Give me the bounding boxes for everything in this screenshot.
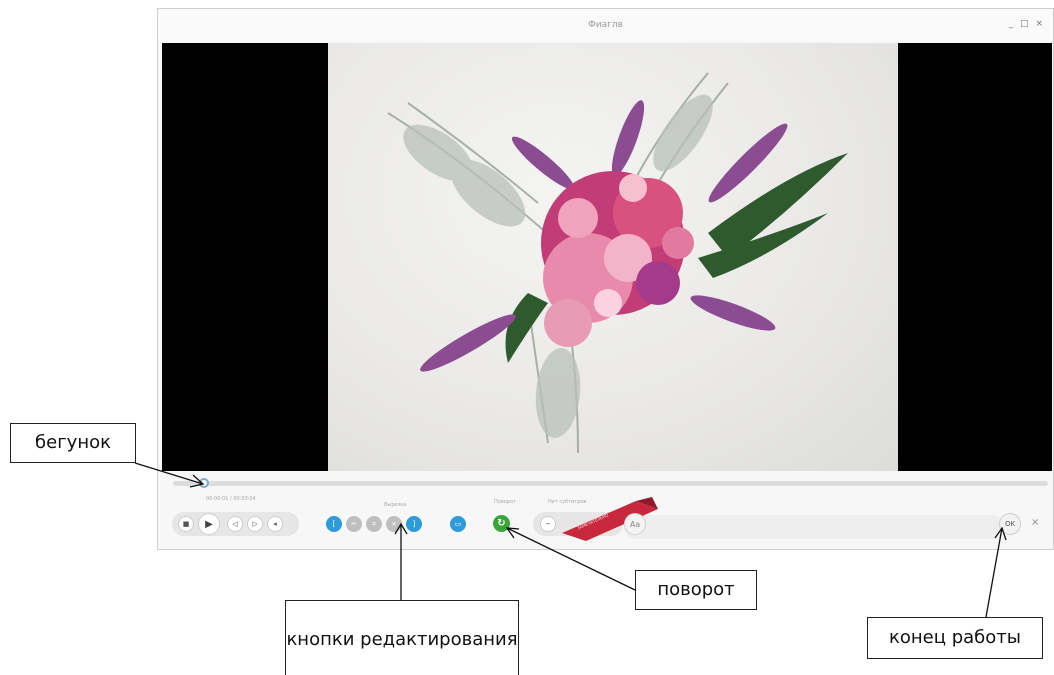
- annotation-arrows: [134, 462, 1007, 618]
- rotation-arrow-line: [506, 527, 636, 591]
- finish-arrow-line: [985, 527, 1003, 618]
- slider-arrow-line: [134, 462, 204, 485]
